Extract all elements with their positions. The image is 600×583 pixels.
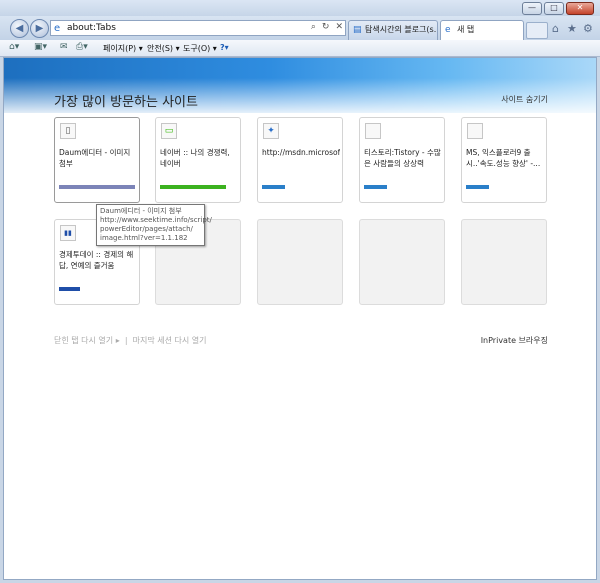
help-icon[interactable]: ?▾ <box>220 43 229 52</box>
command-bar: ⌂▾ ▣▾ ✉ ⎙▾ 페이지(P) ▾ 안전(S) ▾ 도구(O) ▾ ?▾ <box>0 40 600 57</box>
daum-favicon: ▯ <box>60 123 76 139</box>
msdn-favicon: ✦ <box>263 123 279 139</box>
close-window-button[interactable]: ✕ <box>566 2 594 15</box>
title-bar: — □ ✕ <box>0 0 600 16</box>
ie-tab-icon: e <box>445 25 451 35</box>
reopen-links: 닫힌 탭 다시 열기 ▸ | 마지막 세션 다시 열기 <box>54 335 206 346</box>
site-tile-tistory[interactable]: 티스토리:Tistory - 수많은 사람들의 상상력 <box>359 117 445 203</box>
tab-label: 새 탭 <box>457 25 475 34</box>
new-tab-button[interactable] <box>526 22 548 39</box>
tools-gear-icon[interactable]: ⚙ <box>583 22 593 35</box>
reopen-closed-tabs-link[interactable]: 닫힌 탭 다시 열기 ▸ <box>54 336 120 345</box>
forward-button[interactable]: ▶ <box>30 19 49 38</box>
visit-frequency-bar <box>364 185 387 189</box>
inprivate-link[interactable]: InPrivate 브라우징 <box>481 335 548 346</box>
tab-new-tab[interactable]: e 새 탭 <box>440 20 524 40</box>
empty-tile[interactable] <box>359 219 445 305</box>
tooltip-url-line: http://www.seektime.info/script/ <box>100 216 212 224</box>
blank-favicon <box>467 123 483 139</box>
empty-tile[interactable] <box>461 219 547 305</box>
print-icon[interactable]: ⎙▾ <box>76 42 88 52</box>
tooltip-title: Daum에디터 - 이미지 첨부 <box>100 207 182 215</box>
tab-blog[interactable]: ▤ 탐색시간의 블로그(s... <box>348 20 438 40</box>
site-tile-daum-editor[interactable]: ▯ Daum에디터 - 이미지 첨부 <box>54 117 140 203</box>
home-icon[interactable]: ⌂▾ <box>9 42 19 52</box>
tooltip-url-line: powerEditor/pages/attach/ <box>100 225 193 233</box>
hide-sites-link[interactable]: 사이트 숨기기 <box>501 94 548 105</box>
tools-menu[interactable]: 도구(O) ▾ <box>183 43 217 54</box>
empty-tile[interactable] <box>257 219 343 305</box>
tile-title: http://msdn.microsoft. <box>262 148 340 157</box>
naver-favicon: ▭ <box>161 123 177 139</box>
mail-icon[interactable]: ✉ <box>60 42 68 52</box>
page-menu[interactable]: 페이지(P) ▾ <box>103 43 143 54</box>
site-tile-msdn[interactable]: ✦ http://msdn.microsoft. <box>257 117 343 203</box>
reopen-last-session-link[interactable]: 마지막 세션 다시 열기 <box>133 336 207 345</box>
maximize-button[interactable]: □ <box>544 2 564 15</box>
address-url[interactable]: about:Tabs <box>67 23 116 33</box>
tile-title: MS, 익스플로러9 출시..'속도.성능 향상' -... <box>466 148 541 168</box>
navigation-bar: ◀ ▶ e about:Tabs ⌕ ↻ ✕ ▤ 탐색시간의 블로그(s... … <box>0 16 600 40</box>
visit-frequency-bar <box>59 287 80 291</box>
window-controls: — □ ✕ <box>522 2 594 15</box>
visit-frequency-bar <box>59 185 135 189</box>
home-icon[interactable]: ⌂ <box>552 22 559 35</box>
tab-page-icon: ▤ <box>353 25 362 35</box>
tile-title: 티스토리:Tistory - 수많은 사람들의 상상력 <box>364 148 441 168</box>
refresh-icon[interactable]: ↻ <box>322 22 330 32</box>
safety-menu[interactable]: 안전(S) ▾ <box>147 43 180 54</box>
page-title: 가장 많이 방문하는 사이트 <box>54 95 198 110</box>
economy-favicon: ▮▮ <box>60 225 76 241</box>
tile-tooltip: Daum에디터 - 이미지 첨부 http://www.seektime.inf… <box>96 204 212 246</box>
feeds-icon[interactable]: ▣▾ <box>34 42 47 52</box>
tile-title: 경제투데이 :: 경제의 해답, 연예의 즐거움 <box>59 250 134 270</box>
search-icon[interactable]: ⌕ <box>311 22 316 32</box>
visit-frequency-bar <box>262 185 285 189</box>
new-tab-page: 가장 많이 방문하는 사이트 사이트 숨기기 ▯ Daum에디터 - 이미지 첨… <box>3 57 597 580</box>
visit-frequency-bar <box>160 185 226 189</box>
tooltip-url-line: image.html?ver=1.1.182 <box>100 234 188 242</box>
blank-favicon <box>365 123 381 139</box>
favorites-star-icon[interactable]: ★ <box>567 22 577 35</box>
ie-page-icon: e <box>54 23 61 34</box>
tile-title: 네이버 :: 나의 경쟁력, 네이버 <box>160 148 230 168</box>
stop-icon[interactable]: ✕ <box>335 22 343 32</box>
site-tile-ms-news[interactable]: MS, 익스플로러9 출시..'속도.성능 향상' -... <box>461 117 547 203</box>
link-separator: | <box>124 336 128 345</box>
minimize-button[interactable]: — <box>522 2 542 15</box>
tab-label: 탐색시간의 블로그(s... <box>365 25 438 34</box>
address-bar[interactable]: e about:Tabs ⌕ ↻ ✕ <box>50 20 346 36</box>
visit-frequency-bar <box>466 185 489 189</box>
tile-title: Daum에디터 - 이미지 첨부 <box>59 148 131 168</box>
back-button[interactable]: ◀ <box>10 19 29 38</box>
site-tile-naver[interactable]: ▭ 네이버 :: 나의 경쟁력, 네이버 <box>155 117 241 203</box>
